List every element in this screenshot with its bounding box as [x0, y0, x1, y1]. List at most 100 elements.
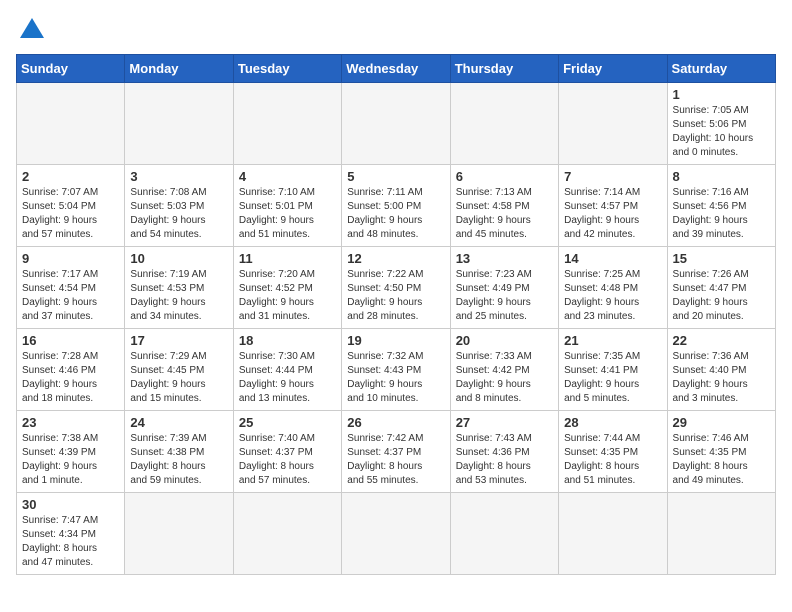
day-number: 18 [239, 333, 336, 348]
day-info: Sunrise: 7:16 AM Sunset: 4:56 PM Dayligh… [673, 186, 770, 242]
day-info: Sunrise: 7:05 AM Sunset: 5:06 PM Dayligh… [673, 104, 770, 160]
day-number: 21 [564, 333, 661, 348]
day-number: 28 [564, 415, 661, 430]
day-number: 13 [456, 251, 553, 266]
calendar-week-row: 30 Sunrise: 7:47 AM Sunset: 4:34 PM Dayli… [17, 493, 776, 575]
calendar-header-saturday: Saturday [667, 55, 775, 83]
day-number: 6 [456, 169, 553, 184]
day-number: 11 [239, 251, 336, 266]
day-info: Sunrise: 7:19 AM Sunset: 4:53 PM Dayligh… [130, 268, 227, 324]
calendar-cell: 1Sunrise: 7:05 AM Sunset: 5:06 PM Daylig… [667, 83, 775, 165]
calendar-cell: 15Sunrise: 7:26 AM Sunset: 4:47 PM Dayli… [667, 247, 775, 329]
calendar-cell: 3 Sunrise: 7:08 AM Sunset: 5:03 PM Daylig… [125, 165, 233, 247]
calendar-cell: 18 Sunrise: 7:30 AM Sunset: 4:44 PM Dayli… [233, 329, 341, 411]
day-number: 20 [456, 333, 553, 348]
calendar-cell [125, 493, 233, 575]
day-info: Sunrise: 7:23 AM Sunset: 4:49 PM Dayligh… [456, 268, 553, 324]
day-info: Sunrise: 7:26 AM Sunset: 4:47 PM Dayligh… [673, 268, 770, 324]
calendar-cell: 26Sunrise: 7:42 AM Sunset: 4:37 PM Dayli… [342, 411, 450, 493]
calendar-cell: 4 Sunrise: 7:10 AM Sunset: 5:01 PM Daylig… [233, 165, 341, 247]
calendar-cell [450, 493, 558, 575]
calendar-week-row: 2 Sunrise: 7:07 AM Sunset: 5:04 PM Daylig… [17, 165, 776, 247]
day-info: Sunrise: 7:39 AM Sunset: 4:38 PM Dayligh… [130, 432, 227, 488]
calendar-cell: 14 Sunrise: 7:25 AM Sunset: 4:48 PM Dayli… [559, 247, 667, 329]
day-info: Sunrise: 7:47 AM Sunset: 4:34 PM Dayligh… [22, 514, 119, 570]
calendar-cell: 24 Sunrise: 7:39 AM Sunset: 4:38 PM Dayli… [125, 411, 233, 493]
calendar-cell: 30 Sunrise: 7:47 AM Sunset: 4:34 PM Dayli… [17, 493, 125, 575]
calendar-header-wednesday: Wednesday [342, 55, 450, 83]
calendar-cell: 25 Sunrise: 7:40 AM Sunset: 4:37 PM Dayli… [233, 411, 341, 493]
calendar-header-row: SundayMondayTuesdayWednesdayThursdayFrid… [17, 55, 776, 83]
calendar-cell: 20 Sunrise: 7:33 AM Sunset: 4:42 PM Dayli… [450, 329, 558, 411]
day-info: Sunrise: 7:32 AM Sunset: 4:43 PM Dayligh… [347, 350, 444, 406]
calendar-cell: 8 Sunrise: 7:16 AM Sunset: 4:56 PM Daylig… [667, 165, 775, 247]
calendar-cell: 12Sunrise: 7:22 AM Sunset: 4:50 PM Dayli… [342, 247, 450, 329]
day-info: Sunrise: 7:29 AM Sunset: 4:45 PM Dayligh… [130, 350, 227, 406]
calendar-header-friday: Friday [559, 55, 667, 83]
day-number: 24 [130, 415, 227, 430]
calendar-header-sunday: Sunday [17, 55, 125, 83]
logo [16, 16, 46, 46]
day-number: 25 [239, 415, 336, 430]
calendar-cell: 23Sunrise: 7:38 AM Sunset: 4:39 PM Dayli… [17, 411, 125, 493]
day-number: 5 [347, 169, 444, 184]
day-info: Sunrise: 7:20 AM Sunset: 4:52 PM Dayligh… [239, 268, 336, 324]
day-info: Sunrise: 7:43 AM Sunset: 4:36 PM Dayligh… [456, 432, 553, 488]
day-info: Sunrise: 7:35 AM Sunset: 4:41 PM Dayligh… [564, 350, 661, 406]
calendar-cell: 6 Sunrise: 7:13 AM Sunset: 4:58 PM Daylig… [450, 165, 558, 247]
day-info: Sunrise: 7:13 AM Sunset: 4:58 PM Dayligh… [456, 186, 553, 242]
calendar-cell [233, 493, 341, 575]
calendar-cell [342, 83, 450, 165]
day-number: 16 [22, 333, 119, 348]
calendar-cell [17, 83, 125, 165]
calendar-cell: 16 Sunrise: 7:28 AM Sunset: 4:46 PM Dayli… [17, 329, 125, 411]
calendar-header-monday: Monday [125, 55, 233, 83]
calendar-cell: 19Sunrise: 7:32 AM Sunset: 4:43 PM Dayli… [342, 329, 450, 411]
calendar-cell [559, 493, 667, 575]
day-number: 8 [673, 169, 770, 184]
day-info: Sunrise: 7:10 AM Sunset: 5:01 PM Dayligh… [239, 186, 336, 242]
calendar-cell: 13 Sunrise: 7:23 AM Sunset: 4:49 PM Dayli… [450, 247, 558, 329]
day-number: 17 [130, 333, 227, 348]
day-info: Sunrise: 7:46 AM Sunset: 4:35 PM Dayligh… [673, 432, 770, 488]
calendar-week-row: 23Sunrise: 7:38 AM Sunset: 4:39 PM Dayli… [17, 411, 776, 493]
day-info: Sunrise: 7:08 AM Sunset: 5:03 PM Dayligh… [130, 186, 227, 242]
day-number: 2 [22, 169, 119, 184]
day-number: 30 [22, 497, 119, 512]
day-info: Sunrise: 7:28 AM Sunset: 4:46 PM Dayligh… [22, 350, 119, 406]
calendar-cell [667, 493, 775, 575]
calendar-cell: 5Sunrise: 7:11 AM Sunset: 5:00 PM Daylig… [342, 165, 450, 247]
day-info: Sunrise: 7:22 AM Sunset: 4:50 PM Dayligh… [347, 268, 444, 324]
calendar-cell: 7Sunrise: 7:14 AM Sunset: 4:57 PM Daylig… [559, 165, 667, 247]
calendar-cell: 27Sunrise: 7:43 AM Sunset: 4:36 PM Dayli… [450, 411, 558, 493]
calendar-cell [233, 83, 341, 165]
day-number: 22 [673, 333, 770, 348]
calendar-cell: 9Sunrise: 7:17 AM Sunset: 4:54 PM Daylig… [17, 247, 125, 329]
calendar-header-tuesday: Tuesday [233, 55, 341, 83]
day-number: 4 [239, 169, 336, 184]
day-number: 26 [347, 415, 444, 430]
day-number: 10 [130, 251, 227, 266]
day-number: 14 [564, 251, 661, 266]
calendar-cell: 11 Sunrise: 7:20 AM Sunset: 4:52 PM Dayli… [233, 247, 341, 329]
day-info: Sunrise: 7:38 AM Sunset: 4:39 PM Dayligh… [22, 432, 119, 488]
calendar-week-row: 16 Sunrise: 7:28 AM Sunset: 4:46 PM Dayli… [17, 329, 776, 411]
day-number: 3 [130, 169, 227, 184]
calendar-table: SundayMondayTuesdayWednesdayThursdayFrid… [16, 54, 776, 575]
day-info: Sunrise: 7:40 AM Sunset: 4:37 PM Dayligh… [239, 432, 336, 488]
day-number: 7 [564, 169, 661, 184]
day-info: Sunrise: 7:36 AM Sunset: 4:40 PM Dayligh… [673, 350, 770, 406]
day-info: Sunrise: 7:07 AM Sunset: 5:04 PM Dayligh… [22, 186, 119, 242]
day-info: Sunrise: 7:30 AM Sunset: 4:44 PM Dayligh… [239, 350, 336, 406]
calendar-cell: 17 Sunrise: 7:29 AM Sunset: 4:45 PM Dayli… [125, 329, 233, 411]
day-info: Sunrise: 7:25 AM Sunset: 4:48 PM Dayligh… [564, 268, 661, 324]
calendar-week-row: 9Sunrise: 7:17 AM Sunset: 4:54 PM Daylig… [17, 247, 776, 329]
calendar-cell: 2 Sunrise: 7:07 AM Sunset: 5:04 PM Daylig… [17, 165, 125, 247]
day-info: Sunrise: 7:44 AM Sunset: 4:35 PM Dayligh… [564, 432, 661, 488]
calendar-week-row: 1Sunrise: 7:05 AM Sunset: 5:06 PM Daylig… [17, 83, 776, 165]
calendar-cell [559, 83, 667, 165]
day-info: Sunrise: 7:33 AM Sunset: 4:42 PM Dayligh… [456, 350, 553, 406]
calendar-cell: 22 Sunrise: 7:36 AM Sunset: 4:40 PM Dayli… [667, 329, 775, 411]
day-number: 29 [673, 415, 770, 430]
page-header [16, 16, 776, 46]
